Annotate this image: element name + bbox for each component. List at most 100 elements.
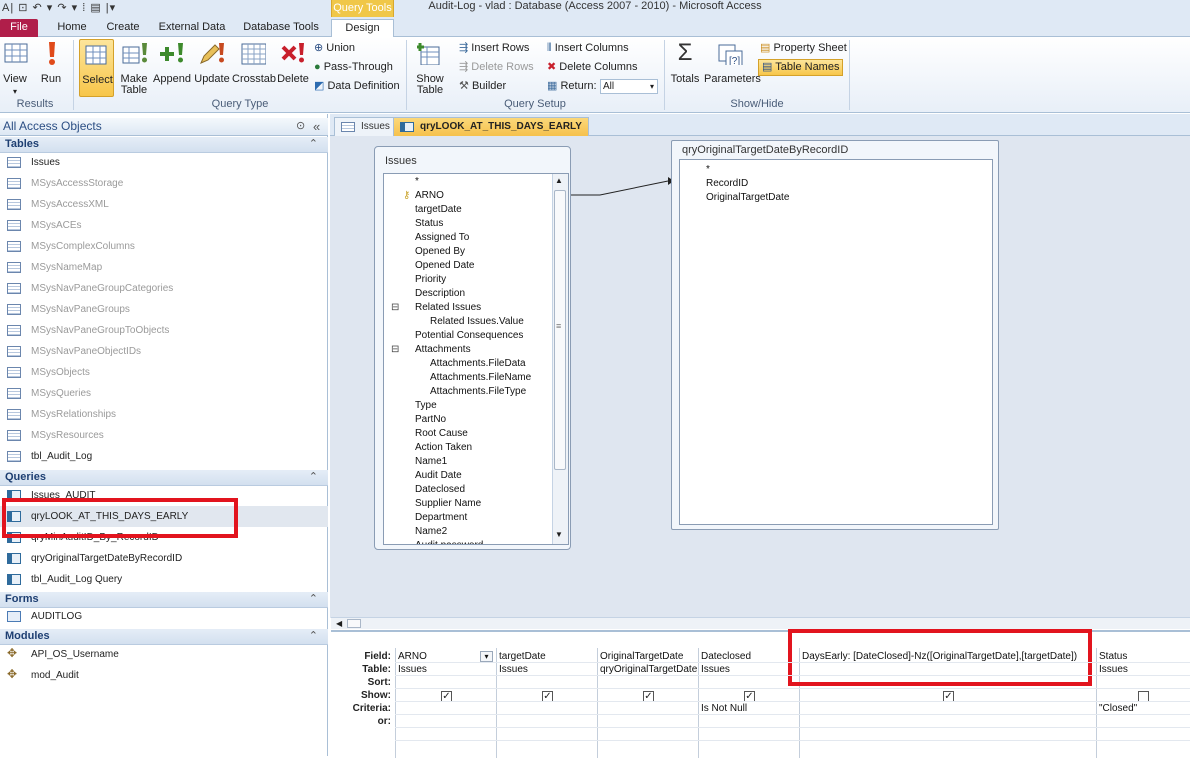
tab-file[interactable]: File — [0, 19, 38, 37]
nav-item[interactable]: AUDITLOG — [0, 606, 328, 627]
field-row[interactable]: Supplier Name — [415, 497, 481, 511]
nav-item[interactable]: MSysAccessStorage — [0, 173, 328, 194]
field-row[interactable]: Attachments.FileName — [430, 371, 531, 385]
data-definition-button[interactable]: ◩ Data Definition — [314, 80, 400, 93]
nav-item[interactable]: MSysNavPaneGroupToObjects — [0, 320, 328, 341]
property-sheet-button[interactable]: ▤ Property Sheet — [760, 42, 847, 55]
field-row[interactable]: Opened Date — [415, 259, 475, 273]
nav-item[interactable]: MSysObjects — [0, 362, 328, 383]
run-button[interactable]: Run — [40, 41, 64, 96]
scrollbar-thumb[interactable] — [347, 619, 361, 628]
table-names-toggle[interactable]: ▤ Table Names — [758, 59, 844, 76]
field-row[interactable]: Dateclosed — [415, 483, 465, 497]
nav-item[interactable]: Issues — [0, 152, 328, 173]
tab-database-tools[interactable]: Database Tools — [240, 19, 322, 37]
view-button[interactable]: View ▾ — [3, 41, 28, 96]
union-button[interactable]: ⊕ Union — [314, 42, 355, 55]
field-row[interactable]: Attachments.FileType — [430, 385, 526, 399]
collapse-box-icon[interactable]: ⊟ — [391, 301, 399, 315]
select-query-button[interactable]: Select — [79, 39, 114, 97]
field-list-issues[interactable]: Issues * ARNO ⚷ targetDate Status Assigned To… — [374, 146, 571, 550]
scrollbar-thumb[interactable]: ≡ — [554, 190, 566, 470]
scroll-left-arrow-icon[interactable]: ◀ — [336, 618, 342, 629]
doc-tab-query[interactable]: qryLOOK_AT_THIS_DAYS_EARLY — [393, 117, 589, 136]
return-dropdown[interactable]: All ▾ — [600, 79, 658, 94]
field-list-scrollbar[interactable]: ▲ ≡ ▼ — [552, 174, 568, 544]
builder-button[interactable]: ⚒ Builder — [459, 80, 506, 93]
field-row[interactable]: targetDate — [415, 203, 462, 217]
insert-columns-button[interactable]: ⫴ Insert Columns — [547, 42, 629, 55]
field-row[interactable]: Opened By — [415, 245, 465, 259]
query-design-surface[interactable]: Issues * ARNO ⚷ targetDate Status Assigned To… — [330, 136, 1190, 618]
section-tables[interactable]: Tables ⌃ — [0, 137, 328, 153]
field-dropdown-chevron-icon[interactable]: ▾ — [480, 651, 493, 662]
field-row[interactable]: ARNO ⚷ — [403, 189, 444, 203]
nav-item[interactable]: ✥ mod_Audit — [0, 665, 328, 686]
nav-item[interactable]: MSysNavPaneObjectIDs — [0, 341, 328, 362]
field-row[interactable]: Name1 — [415, 455, 447, 469]
tab-design[interactable]: Design — [331, 19, 394, 38]
tab-create[interactable]: Create — [100, 19, 146, 37]
scroll-up-arrow-icon[interactable]: ▲ — [555, 176, 563, 185]
doc-tab-issues[interactable]: Issues — [334, 117, 397, 136]
delete-rows-button[interactable]: ⇶ Delete Rows — [459, 61, 534, 74]
pass-through-button[interactable]: ● Pass-Through — [314, 61, 393, 74]
field-row[interactable]: Description — [415, 287, 465, 301]
append-button[interactable]: Append — [153, 41, 191, 97]
field-row[interactable]: Name2 — [415, 525, 447, 539]
field-row[interactable]: Related Issues ⊟ — [391, 301, 481, 315]
nav-item[interactable]: qryOriginalTargetDateByRecordID — [0, 548, 328, 569]
section-queries[interactable]: Queries ⌃ — [0, 470, 328, 486]
field-row[interactable]: Department — [415, 511, 467, 525]
collapse-pane-icon[interactable]: « — [313, 118, 320, 135]
collapse-box-icon[interactable]: ⊟ — [391, 343, 399, 357]
nav-item[interactable]: MSysQueries — [0, 383, 328, 404]
nav-item[interactable]: MSysResources — [0, 425, 328, 446]
tab-external-data[interactable]: External Data — [155, 19, 229, 37]
nav-item[interactable]: MSysNameMap — [0, 257, 328, 278]
nav-item[interactable]: ✥ API_OS_Username — [0, 644, 328, 665]
field-row[interactable]: * — [706, 163, 710, 177]
field-row[interactable]: Attachments ⊟ — [391, 343, 471, 357]
field-row[interactable]: Action Taken — [415, 441, 472, 455]
field-list-original-target[interactable]: qryOriginalTargetDateByRecordID * RecordI… — [671, 140, 999, 530]
field-row[interactable]: Root Cause — [415, 427, 468, 441]
nav-pane-header[interactable]: All Access Objects ⊙ « — [0, 118, 328, 136]
tab-home[interactable]: Home — [50, 19, 94, 37]
nav-item[interactable]: MSysAccessXML — [0, 194, 328, 215]
delete-columns-button[interactable]: ✖ Delete Columns — [547, 61, 638, 74]
nav-menu-dropdown-icon[interactable]: ⊙ — [296, 118, 305, 135]
update-button[interactable]: Update — [194, 41, 230, 97]
horizontal-scrollbar[interactable]: ◀ — [331, 617, 1190, 629]
field-row[interactable]: Potential Consequences — [415, 329, 523, 343]
field-row[interactable]: Attachments.FileData — [430, 357, 526, 371]
nav-item[interactable]: tbl_Audit_Log Query — [0, 569, 328, 590]
insert-rows-button[interactable]: ⇶ Insert Rows — [459, 42, 529, 55]
nav-item[interactable]: MSysNavPaneGroupCategories — [0, 278, 328, 299]
field-row[interactable]: Audit Date — [415, 469, 462, 483]
field-row[interactable]: OriginalTargetDate — [706, 191, 789, 205]
show-table-button[interactable]: Show Table — [413, 41, 447, 97]
field-row[interactable]: Status — [415, 217, 443, 231]
field-row[interactable]: Type — [415, 399, 437, 413]
totals-button[interactable]: Σ Totals — [669, 39, 701, 97]
crosstab-button[interactable]: Crosstab — [232, 41, 276, 97]
field-row[interactable]: Priority — [415, 273, 446, 287]
nav-item[interactable]: MSysComplexColumns — [0, 236, 328, 257]
delete-query-button[interactable]: Delete — [276, 41, 310, 97]
scroll-down-arrow-icon[interactable]: ▼ — [555, 530, 563, 539]
nav-item[interactable]: MSysNavPaneGroups — [0, 299, 328, 320]
nav-item[interactable]: MSysACEs — [0, 215, 328, 236]
field-row[interactable]: Related Issues.Value — [430, 315, 524, 329]
make-table-button[interactable]: Make Table — [118, 41, 150, 97]
nav-item[interactable]: tbl_Audit_Log — [0, 446, 328, 467]
field-row[interactable]: RecordID — [706, 177, 748, 191]
section-modules[interactable]: Modules ⌃ — [0, 629, 328, 645]
field-row[interactable]: PartNo — [415, 413, 446, 427]
field-row[interactable]: Assigned To — [415, 231, 469, 245]
parameters-button[interactable]: [?] Parameters — [704, 41, 761, 97]
field-row[interactable]: Audit password — [415, 539, 483, 544]
field-row[interactable]: * — [415, 175, 419, 189]
nav-item[interactable]: MSysRelationships — [0, 404, 328, 425]
join-line[interactable] — [570, 176, 674, 200]
